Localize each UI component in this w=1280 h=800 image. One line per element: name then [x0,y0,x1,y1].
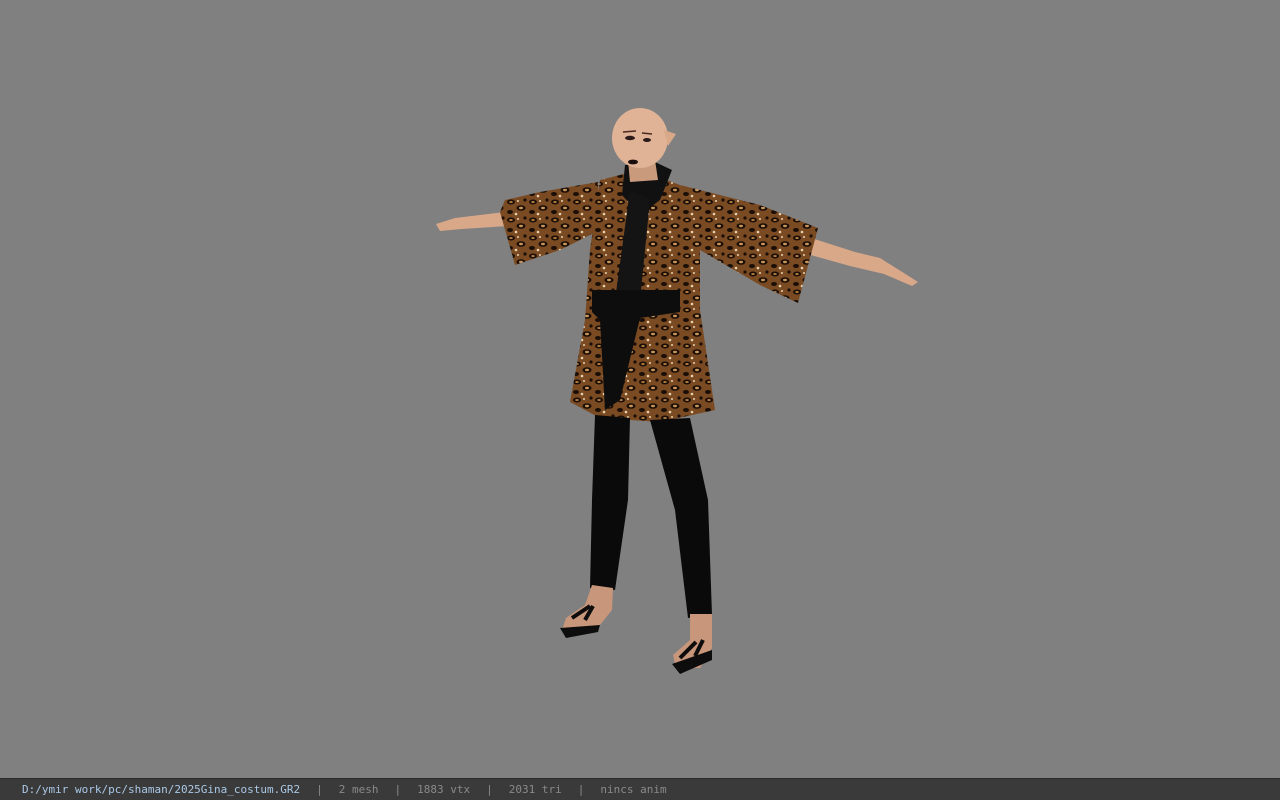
3d-viewport[interactable] [0,0,1280,778]
mesh-count: 2 mesh [338,783,379,796]
left-leg [590,415,630,590]
right-leg [650,418,712,618]
left-arm [436,212,508,231]
right-arm [800,236,918,286]
separator: | [486,783,493,796]
status-bar: D:/ymir work/pc/shaman/2025Gina_costum.G… [0,778,1280,800]
separator: | [394,783,402,796]
right-sleeve [680,185,818,303]
character-model [436,108,918,674]
left-sleeve [500,182,600,265]
separator: | [316,783,323,796]
vertex-count: 1883 vtx [417,783,471,796]
file-path: D:/ymir work/pc/shaman/2025Gina_costum.G… [22,783,301,796]
head [612,108,668,168]
triangle-count: 2031 tri [508,783,562,796]
anim-status: nincs anim [600,783,667,796]
separator: | [577,783,585,796]
